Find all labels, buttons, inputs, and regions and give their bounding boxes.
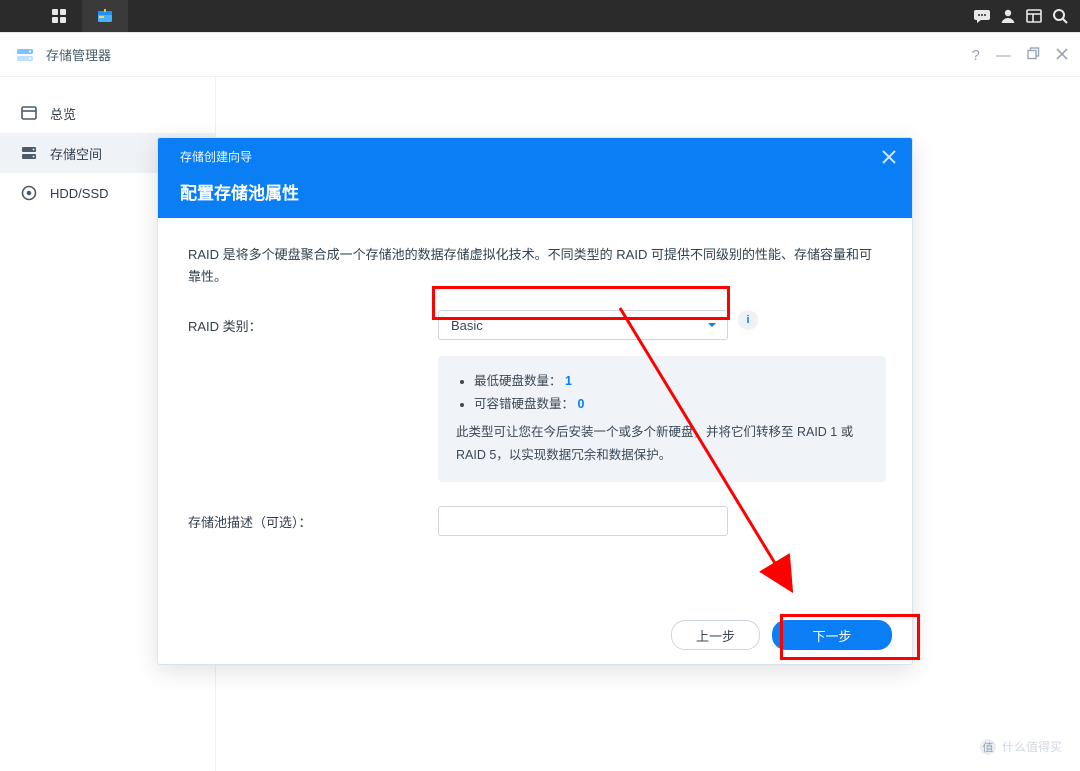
- restore-icon[interactable]: [1027, 47, 1040, 64]
- overview-icon: [20, 104, 38, 122]
- pool-desc-label: 存储池描述（可选）：: [188, 506, 438, 531]
- wizard-modal: 存储创建向导 配置存储池属性 RAID 是将多个硬盘聚合成一个存储池的数据存储虚…: [157, 137, 913, 665]
- watermark-icon: 值: [980, 739, 996, 755]
- user-icon[interactable]: [998, 6, 1018, 26]
- sidebar-item-label: 存储空间: [50, 144, 102, 163]
- grid-apps-icon: [51, 8, 67, 24]
- sidebar-item-label: HDD/SSD: [50, 186, 109, 201]
- raid-type-label: RAID 类别：: [188, 310, 438, 335]
- section-title: 配置存储池属性: [180, 179, 894, 204]
- sidebar-item-label: 总览: [50, 104, 76, 123]
- min-disks-label: 最低硬盘数量：: [474, 374, 562, 388]
- modal-footer: 上一步 下一步: [158, 606, 912, 664]
- window-panels-icon[interactable]: [1024, 6, 1044, 26]
- os-topbar: [0, 0, 1080, 32]
- raid-info-panel: 最低硬盘数量： 1 可容错硬盘数量： 0 此类型可让您在今后安装一个或多个新硬盘…: [438, 356, 886, 482]
- topbar-apps-button[interactable]: [36, 0, 82, 32]
- watermark: 值 什么值得买: [980, 738, 1062, 755]
- pool-desc-input[interactable]: [438, 506, 728, 536]
- fault-tolerance-value: 0: [578, 397, 585, 411]
- close-icon[interactable]: [1056, 47, 1068, 64]
- raid-note: 此类型可让您在今后安装一个或多个新硬盘，并将它们转移至 RAID 1 或 RAI…: [456, 421, 868, 466]
- watermark-text: 什么值得买: [1002, 738, 1062, 755]
- modal-description: RAID 是将多个硬盘聚合成一个存储池的数据存储虚拟化技术。不同类型的 RAID…: [188, 244, 882, 288]
- modal-body: RAID 是将多个硬盘聚合成一个存储池的数据存储虚拟化技术。不同类型的 RAID…: [158, 218, 912, 536]
- raid-type-value: Basic: [451, 318, 483, 333]
- sidebar-item-overview[interactable]: 总览: [0, 93, 215, 133]
- disk-icon: [20, 184, 38, 202]
- topbar-package-button[interactable]: [82, 0, 128, 32]
- raid-info-button[interactable]: i: [738, 310, 758, 330]
- wizard-title: 存储创建向导: [180, 148, 894, 165]
- search-icon[interactable]: [1050, 6, 1070, 26]
- modal-close-button[interactable]: [882, 150, 896, 169]
- back-button[interactable]: 上一步: [671, 620, 760, 650]
- app-icon: [14, 44, 36, 66]
- chevron-down-icon: [705, 318, 719, 335]
- package-icon: [96, 7, 114, 25]
- modal-header: 存储创建向导 配置存储池属性: [158, 138, 912, 218]
- storage-icon: [20, 144, 38, 162]
- app-header: 存储管理器 ? —: [0, 33, 1080, 77]
- min-disks-value: 1: [565, 374, 572, 388]
- app-title: 存储管理器: [46, 45, 111, 64]
- next-button[interactable]: 下一步: [772, 620, 892, 650]
- chat-bubble-icon[interactable]: [972, 6, 992, 26]
- window-controls: ? —: [972, 33, 1068, 77]
- raid-type-select[interactable]: Basic: [438, 310, 728, 340]
- fault-tolerance-label: 可容错硬盘数量：: [474, 397, 574, 411]
- minimize-icon[interactable]: —: [996, 47, 1011, 64]
- help-icon[interactable]: ?: [972, 47, 980, 64]
